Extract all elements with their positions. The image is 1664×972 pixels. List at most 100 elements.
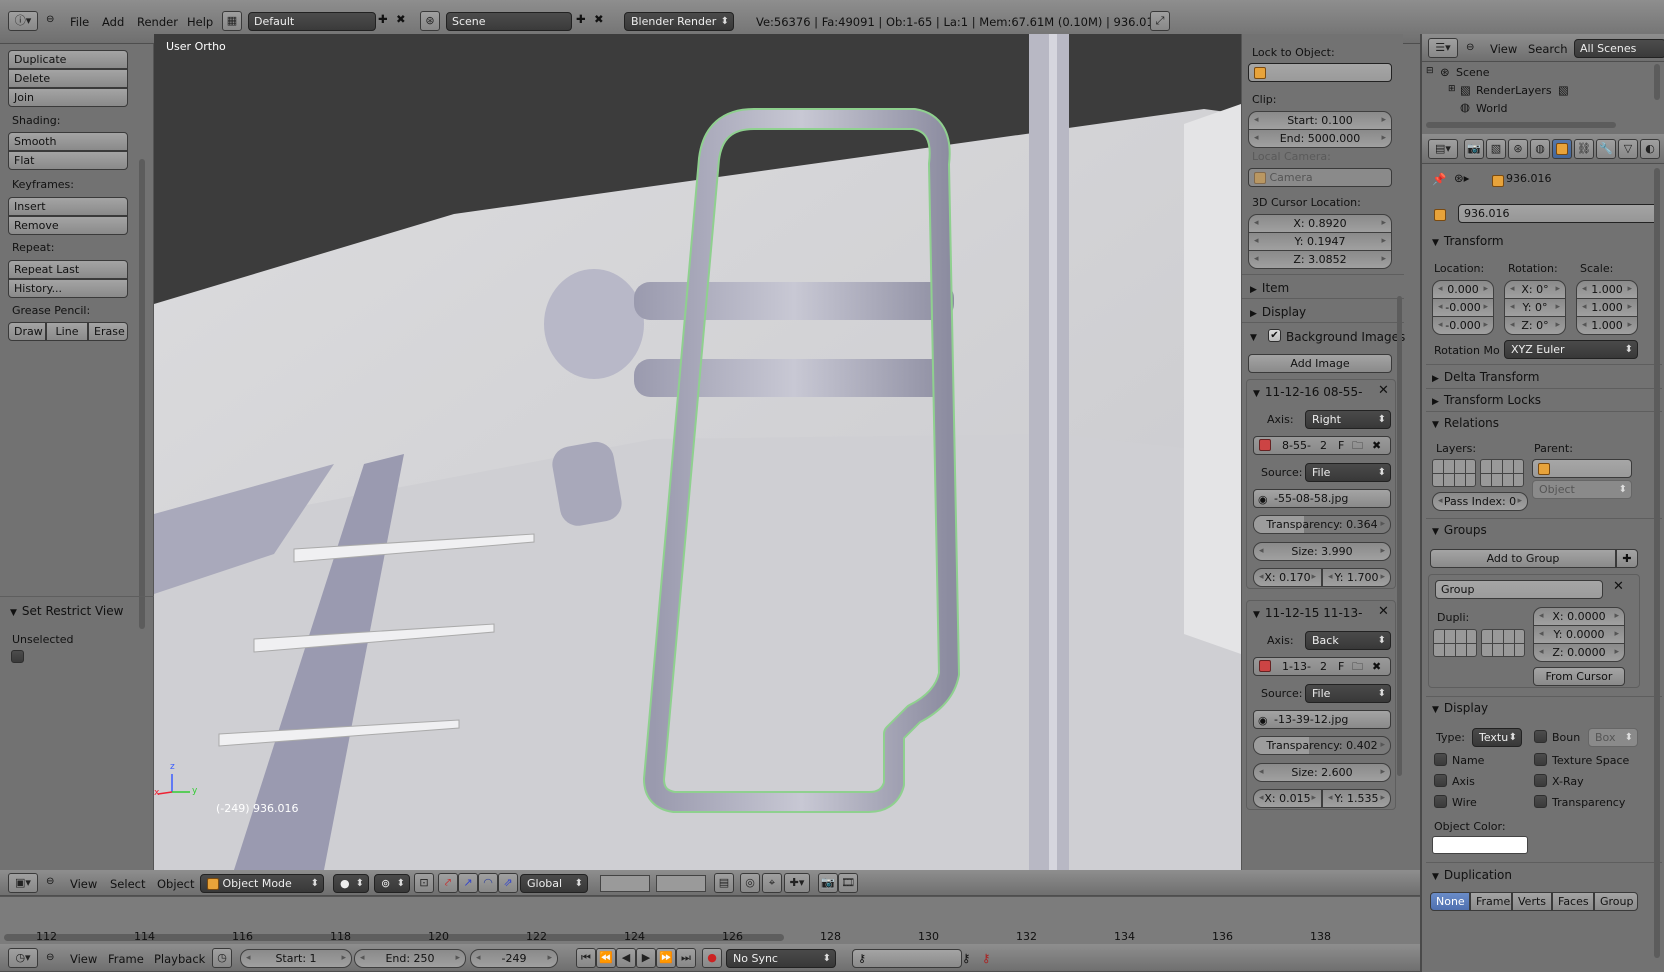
editor-type-button[interactable]: ⓘ▾ xyxy=(8,11,38,31)
end-frame-field[interactable]: End: 250 xyxy=(354,949,466,968)
object-layers-grid-1[interactable] xyxy=(1432,459,1476,487)
texture-space-checkbox[interactable] xyxy=(1534,753,1547,766)
timeline-menu-playback[interactable]: Playback xyxy=(154,952,205,966)
flat-button[interactable]: Flat xyxy=(8,151,128,170)
timeline[interactable]: 112 114 116 118 120 122 124 126 128 130 132 134 136 1… xyxy=(0,896,1420,944)
bg-image-1-header[interactable]: 11-12-16 08-55- xyxy=(1253,385,1362,399)
outliner-editor-type[interactable]: ☰▾ xyxy=(1428,38,1458,58)
cursor-x-field[interactable]: X: 0.8920 xyxy=(1248,214,1392,233)
bg-image-2-datablock[interactable]: 1-13- 2 F 🗀 ✖ xyxy=(1253,657,1391,676)
outliner-world-item[interactable]: World xyxy=(1476,102,1508,115)
menu-add[interactable]: Add xyxy=(102,15,124,29)
display-panel-header[interactable]: Display xyxy=(1432,701,1488,715)
outliner-menu-view[interactable]: View xyxy=(1490,42,1517,56)
delta-transform-header[interactable]: Delta Transform xyxy=(1432,370,1540,384)
properties-editor-type[interactable]: ▤▾ xyxy=(1428,139,1458,159)
view3d-menu-object[interactable]: Object xyxy=(157,877,194,891)
opengl-anim-icon[interactable]: 🎞 xyxy=(838,873,858,893)
transparency-checkbox[interactable] xyxy=(1534,795,1547,808)
insert-keyset-icon[interactable]: ⚷ xyxy=(962,951,970,965)
outliner-h-scrollbar[interactable] xyxy=(1426,122,1616,128)
cursor-z-field[interactable]: Z: 3.0852 xyxy=(1248,250,1392,269)
fullscreen-icon[interactable]: ⤢ xyxy=(1150,11,1170,31)
modifiers-tab-icon[interactable]: 🔧 xyxy=(1596,139,1616,159)
dup-frames-tab[interactable]: Frames xyxy=(1470,892,1512,911)
bg-image-1-transparency-slider[interactable]: Transparency: 0.364 xyxy=(1253,515,1391,534)
rotation-mode-select[interactable]: XYZ Euler xyxy=(1504,340,1638,359)
3d-viewport[interactable]: User Ortho z x y (-249) 936.016 xyxy=(154,34,1241,870)
scene-selector-icon[interactable]: ⊛ xyxy=(420,11,440,31)
display-panel-header[interactable]: Display xyxy=(1250,305,1306,319)
show-wire-checkbox[interactable] xyxy=(1434,795,1447,808)
delete-button[interactable]: Delete xyxy=(8,69,128,88)
open-image-icon[interactable]: 🗀 xyxy=(1352,437,1363,454)
bg-image-1-filepath[interactable]: ◉ -55-08-58.jpg xyxy=(1253,489,1391,508)
renderlayers-expand-icon[interactable]: ⊞ xyxy=(1448,84,1456,94)
outliner-menu-search[interactable]: Search xyxy=(1528,42,1568,56)
object-tab-icon[interactable] xyxy=(1552,139,1572,159)
object-name-field[interactable]: 936.016 xyxy=(1458,204,1658,223)
show-axis-checkbox[interactable] xyxy=(1434,774,1447,787)
view3d-menu-select[interactable]: Select xyxy=(110,877,145,891)
layers-grid-1[interactable] xyxy=(600,875,650,892)
location-z-field[interactable]: -0.000 xyxy=(1432,316,1494,335)
outliner-scene-item[interactable]: Scene xyxy=(1456,66,1490,79)
bg-image-2-filepath[interactable]: ◉ -13-39-12.jpg xyxy=(1253,710,1391,729)
bg-image-2-header[interactable]: 11-12-15 11-13- xyxy=(1253,606,1362,620)
next-keyframe-icon[interactable]: ⏩ xyxy=(656,948,676,968)
dup-verts-tab[interactable]: Verts xyxy=(1512,892,1552,911)
bg-image-2-axis-select[interactable]: Back xyxy=(1305,631,1391,650)
opengl-render-icon[interactable]: 📷 xyxy=(818,873,838,893)
open-image-icon[interactable]: 🗀 xyxy=(1352,658,1363,675)
relations-header[interactable]: Relations xyxy=(1432,416,1499,430)
data-tab-icon[interactable]: ▽ xyxy=(1618,139,1638,159)
rotation-x-field[interactable]: X: 0° xyxy=(1504,280,1566,299)
location-x-field[interactable]: 0.000 xyxy=(1432,280,1494,299)
layout-selector-icon[interactable]: ▦ xyxy=(222,11,242,31)
render-engine-select[interactable]: Blender Render xyxy=(624,12,734,31)
unlink-image-icon[interactable]: ✖ xyxy=(1372,437,1381,454)
groups-header[interactable]: Groups xyxy=(1432,523,1487,537)
bg-image-2-source-select[interactable]: File xyxy=(1305,684,1391,703)
bg-image-2-fake-user[interactable]: F xyxy=(1338,658,1344,675)
rotation-y-field[interactable]: Y: 0° xyxy=(1504,298,1566,317)
add-layout-icon[interactable]: ✚ xyxy=(378,12,388,26)
delete-keyset-icon[interactable]: ⚷ xyxy=(982,951,990,965)
layers-grid-2[interactable] xyxy=(656,875,706,892)
play-icon[interactable]: ▶ xyxy=(636,948,656,968)
remove-from-group-icon[interactable]: ✕ xyxy=(1613,579,1624,594)
properties-scrollbar[interactable] xyxy=(1654,168,1660,958)
new-group-button[interactable]: ✚ xyxy=(1616,549,1638,568)
n-panel-scrollbar[interactable] xyxy=(1397,296,1402,776)
bg-image-1-source-select[interactable]: File xyxy=(1305,463,1391,482)
world-tab-icon[interactable]: ◍ xyxy=(1530,139,1550,159)
current-frame-field[interactable]: -249 xyxy=(470,949,558,968)
add-scene-icon[interactable]: ✚ xyxy=(576,12,586,26)
prev-keyframe-icon[interactable]: ⏪ xyxy=(596,948,616,968)
background-images-header[interactable] xyxy=(1250,329,1262,343)
layout-name-field[interactable]: Default xyxy=(248,12,376,31)
timeline-menu-frame[interactable]: Frame xyxy=(108,952,144,966)
bg-image-2-transparency-slider[interactable]: Transparency: 0.402 xyxy=(1253,736,1391,755)
timeline-editor-type[interactable]: ◷▾ xyxy=(8,948,38,968)
unselected-checkbox[interactable] xyxy=(11,650,24,663)
bg-image-1-offset-y[interactable]: Y: 1.700 xyxy=(1322,568,1391,587)
pass-index-field[interactable]: Pass Index: 0 xyxy=(1432,492,1528,511)
dup-none-tab[interactable]: None xyxy=(1430,892,1470,911)
lock-layers-icon[interactable]: ▤ xyxy=(714,873,734,893)
lock-to-object-field[interactable] xyxy=(1248,63,1392,82)
outliner-display-mode[interactable]: All Scenes xyxy=(1574,39,1664,58)
clip-end-field[interactable]: End: 5000.000 xyxy=(1248,129,1392,148)
rotate-manipulator[interactable]: ↗ xyxy=(458,873,478,893)
show-name-checkbox[interactable] xyxy=(1434,753,1447,766)
history-button[interactable]: History... xyxy=(8,279,128,298)
proportional-edit-icon[interactable]: ◎ xyxy=(740,873,760,893)
object-layers-grid-2[interactable] xyxy=(1480,459,1524,487)
jump-start-icon[interactable]: ⏮ xyxy=(576,948,596,968)
manipulator-toggle[interactable]: ⊡ xyxy=(414,873,434,893)
display-type-select[interactable]: Textu xyxy=(1472,728,1522,747)
collapse-menu-icon[interactable]: ⊖ xyxy=(46,14,54,25)
dupli-layers-grid-2[interactable] xyxy=(1481,629,1525,657)
sync-mode-select[interactable]: No Sync xyxy=(726,949,836,968)
dup-faces-tab[interactable]: Faces xyxy=(1552,892,1594,911)
